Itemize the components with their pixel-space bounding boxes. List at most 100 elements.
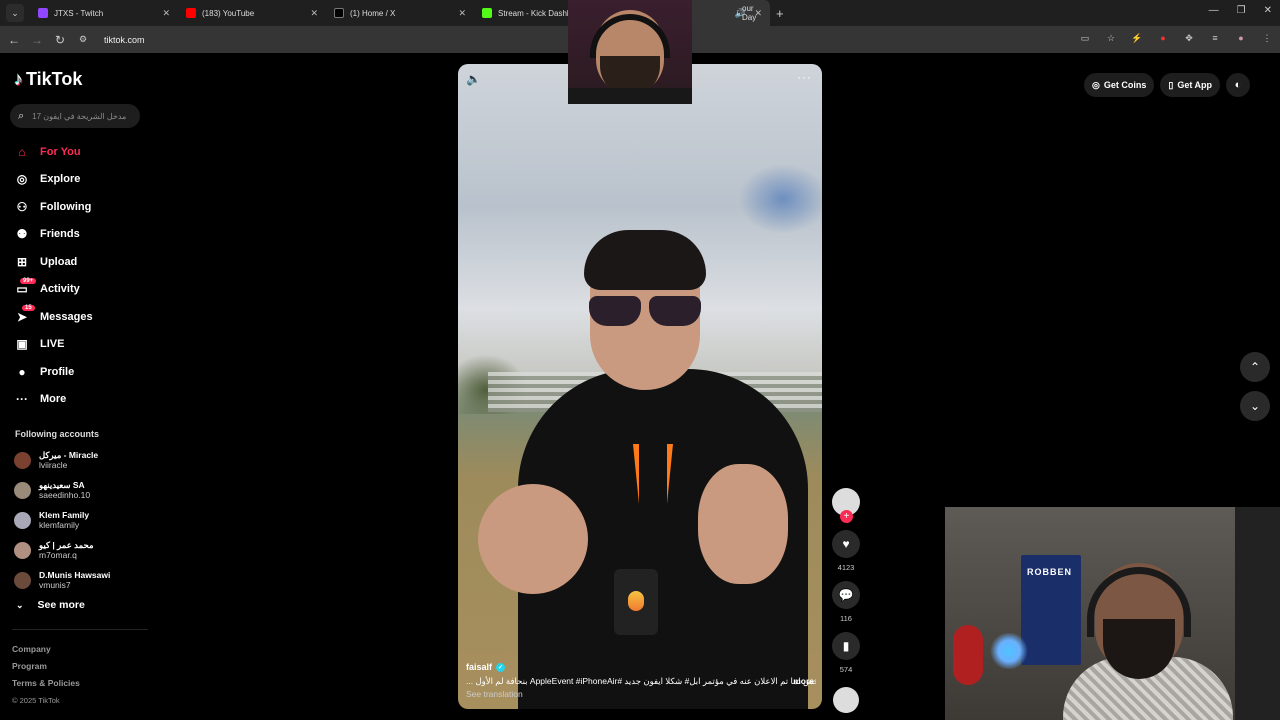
sidebar-item-label: More	[40, 393, 67, 406]
sidebar-item-for-you[interactable]: ⌂ For You	[14, 138, 154, 166]
video-author[interactable]: faisalf ✓	[466, 662, 816, 672]
reload-icon[interactable]: ↻	[51, 33, 69, 47]
bookmark-star-icon[interactable]: ☆	[1104, 31, 1118, 45]
plus-square-icon: ⊞	[16, 254, 28, 269]
webcam-decoration	[953, 625, 983, 685]
video-username[interactable]: faisalf	[466, 662, 492, 672]
footer-link-terms[interactable]: Terms & Policies	[12, 675, 80, 692]
extensions-puzzle-icon[interactable]: ✥	[1182, 31, 1196, 45]
next-video-button[interactable]: ⌄	[1240, 391, 1270, 421]
sidebar-item-label: LIVE	[40, 338, 65, 351]
author-avatar[interactable]: +	[832, 488, 860, 523]
close-window-icon[interactable]: ✕	[1264, 5, 1272, 16]
media-controls-icon[interactable]: ≡	[1208, 31, 1222, 45]
coin-icon: ◎	[1092, 79, 1100, 90]
following-accounts-title: Following accounts	[15, 429, 100, 439]
new-tab-button[interactable]: +	[776, 6, 784, 21]
tiktok-logo[interactable]: ♪ TikTok	[14, 69, 82, 90]
previous-video-button[interactable]: ⌃	[1240, 352, 1270, 382]
get-coins-button[interactable]: ◎ Get Coins	[1084, 73, 1155, 97]
profile-avatar[interactable]: ◐	[1226, 73, 1250, 97]
more-options-icon[interactable]: ···	[797, 70, 812, 84]
cast-icon[interactable]: ▭	[1078, 31, 1092, 45]
bookmark-icon: ▮	[842, 639, 850, 653]
list-item[interactable]: سعيدينهو SA saeedinho.10	[14, 475, 154, 505]
phone-icon: ▯	[1168, 79, 1174, 90]
list-item[interactable]: D.Munis Hawsawi vmunis7	[14, 565, 154, 595]
friends-icon: ⚉	[16, 227, 28, 242]
back-icon[interactable]: ←	[5, 33, 23, 47]
site-info-icon[interactable]: ⚙	[74, 34, 92, 45]
speaker-icon[interactable]: 🔊	[735, 8, 746, 19]
volume-icon[interactable]: 🔈	[466, 72, 481, 86]
sidebar-item-profile[interactable]: ● Profile	[14, 358, 154, 386]
kebab-menu-icon[interactable]: ⋮	[1260, 31, 1274, 45]
like-button[interactable]: ♥	[832, 530, 860, 558]
forward-icon[interactable]: →	[28, 33, 46, 47]
avatar	[14, 541, 31, 559]
sidebar-item-label: Explore	[40, 173, 81, 186]
video-player[interactable]: 🔈 ··· faisalf ✓ ملخص لما تم الاعلان عنه …	[458, 64, 822, 709]
list-item[interactable]: محمد عمر | كيو m7omar.q	[14, 535, 154, 565]
url-field[interactable]: tiktok.com	[104, 35, 145, 45]
caption-text: ملخص لما تم الاعلان عنه في مؤتمر ابل# شك…	[466, 676, 816, 687]
sidebar-item-label: Profile	[40, 365, 75, 378]
sidebar-item-more[interactable]: ··· More	[14, 386, 154, 414]
see-translation-link[interactable]: See translation	[466, 689, 816, 699]
browser-tab-twitch[interactable]: JTXS - Twitch ✕	[30, 0, 178, 26]
search-input[interactable]: ⌕ مدخل الشريحة في ايفون 17	[10, 104, 140, 128]
footer-links: Company Program Terms & Policies © 2025 …	[12, 641, 80, 709]
caption-more-button[interactable]: more	[793, 676, 814, 686]
get-coins-label: Get Coins	[1103, 80, 1147, 90]
divider	[12, 629, 148, 630]
see-more-button[interactable]: ⌄ See more	[16, 599, 85, 611]
comment-button[interactable]: 💬	[832, 581, 860, 609]
profile-avatar-icon[interactable]: ●	[1234, 31, 1248, 45]
save-button[interactable]: ▮	[832, 632, 860, 660]
close-icon[interactable]: ✕	[458, 8, 466, 19]
chevron-up-icon: ⌃	[1249, 360, 1261, 374]
footer-link-program[interactable]: Program	[12, 658, 80, 675]
list-item[interactable]: Klem Family klemfamily	[14, 505, 154, 535]
sidebar-item-explore[interactable]: ◎ Explore	[14, 166, 154, 194]
live-icon: ▣	[16, 337, 28, 352]
account-name: D.Munis Hawsawi	[39, 570, 111, 580]
headset-icon	[1087, 567, 1191, 637]
webcam-overlay-bottom-right: ROBBEN	[945, 507, 1280, 720]
webcam-shirt	[568, 88, 692, 104]
close-icon[interactable]: ✕	[310, 8, 318, 19]
footer-link-company[interactable]: Company	[12, 641, 80, 658]
sidebar-item-messages[interactable]: ➤ 15 Messages	[14, 303, 154, 331]
list-item[interactable]: ميركل - Miracle lviiracle	[14, 445, 154, 475]
poster-lettering: ROBBEN	[1027, 567, 1073, 577]
close-icon[interactable]: ✕	[754, 8, 762, 19]
sidebar-nav: ⌂ For You ◎ Explore ⚇ Following ⚉ Friend…	[14, 138, 154, 413]
tab-search-button[interactable]: ⌄	[6, 4, 24, 22]
more-icon: ···	[16, 392, 28, 407]
restore-icon[interactable]: ❐	[1237, 5, 1246, 16]
extension-red-icon[interactable]: ●	[1156, 31, 1170, 45]
sound-avatar[interactable]	[833, 687, 859, 713]
browser-tab-youtube[interactable]: (183) YouTube ✕	[178, 0, 326, 26]
search-icon: ⌕	[18, 109, 25, 122]
sidebar-item-upload[interactable]: ⊞ Upload	[14, 248, 154, 276]
toolbar-actions: ▭ ☆ ⚡ ● ✥ ≡ ● ⋮	[1078, 31, 1274, 45]
browser-tab-x[interactable]: (1) Home / X ✕	[326, 0, 474, 26]
minimize-icon[interactable]: —	[1209, 5, 1219, 16]
sidebar-item-friends[interactable]: ⚉ Friends	[14, 221, 154, 249]
kick-icon	[482, 8, 492, 18]
sidebar-item-activity[interactable]: ▭ 99+ Activity	[14, 276, 154, 304]
get-app-button[interactable]: ▯ Get App	[1160, 73, 1220, 97]
video-hair	[584, 230, 706, 290]
account-text: D.Munis Hawsawi vmunis7	[39, 570, 110, 590]
sidebar-item-following[interactable]: ⚇ Following	[14, 193, 154, 221]
follow-plus-icon[interactable]: +	[840, 510, 853, 523]
account-handle: vmunis7	[39, 580, 71, 590]
extension-icon[interactable]: ⚡	[1130, 31, 1144, 45]
account-name: محمد عمر | كيو	[39, 540, 94, 550]
sidebar-item-live[interactable]: ▣ LIVE	[14, 331, 154, 359]
account-handle: lviiracle	[39, 460, 68, 470]
close-icon[interactable]: ✕	[162, 8, 170, 19]
tab-label: (1) Home / X	[350, 8, 396, 18]
window-controls: — ❐ ✕	[1209, 5, 1272, 16]
